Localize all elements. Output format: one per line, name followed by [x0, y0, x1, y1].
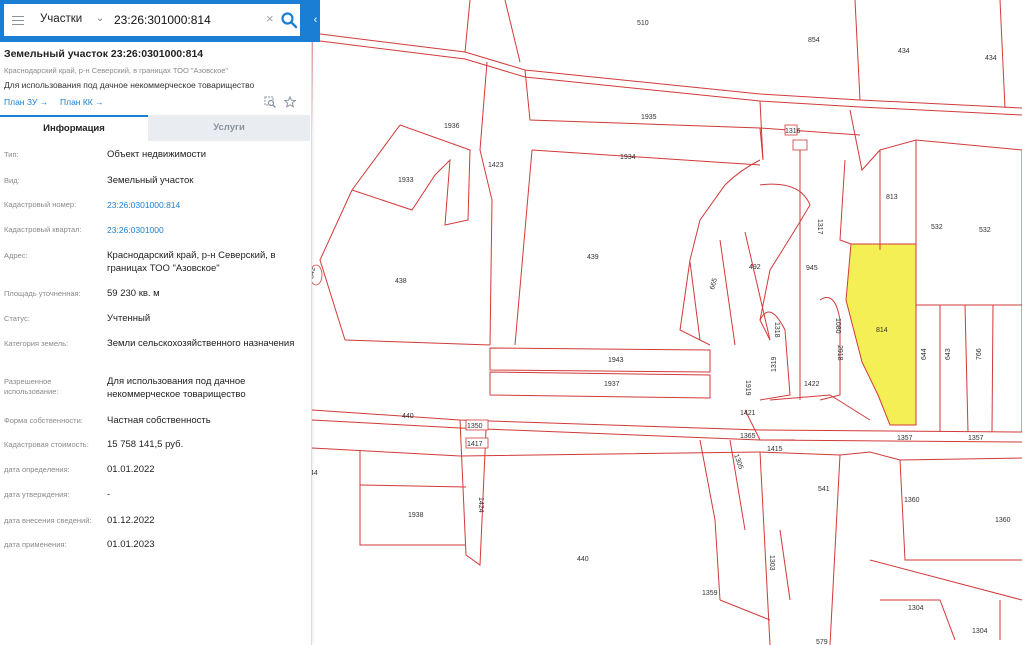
- object-title: Земельный участок 23:26:0301000:814: [4, 48, 204, 60]
- plot-label: 438: [395, 278, 407, 285]
- field-value: Земли сельскохозяйственного назначения: [107, 338, 295, 349]
- object-address: Краснодарский край, р-н Северский, в гра…: [4, 66, 229, 75]
- plot-label: 1423: [488, 162, 504, 169]
- plot-label: 766: [976, 348, 983, 360]
- plot-label: 1303: [768, 555, 775, 571]
- field-value: Объект недвижимости: [107, 149, 207, 160]
- plot-label: 644: [921, 348, 928, 360]
- plot-label: 1360: [904, 497, 920, 504]
- field-label: Категория земель:: [4, 339, 69, 348]
- plot-label: 1316: [785, 128, 801, 135]
- field-label: Форма собственности:: [4, 416, 83, 425]
- field-label: Площадь уточненная:: [4, 289, 81, 298]
- plot-label: 1359: [702, 590, 718, 597]
- plot-label: 440: [577, 556, 589, 563]
- field-label: Кадастровый квартал:: [4, 225, 82, 234]
- plot-label: 1360: [995, 517, 1011, 524]
- plot-label: 434: [898, 48, 910, 55]
- plot-label: 643: [945, 348, 952, 360]
- zoom-to-object-icon[interactable]: [264, 96, 276, 108]
- search-bar: Участки ⌄ × ‹: [0, 0, 320, 42]
- plot-label: 854: [808, 37, 820, 44]
- plot-label: 814: [876, 327, 888, 334]
- field-label: дата применения:: [4, 540, 67, 549]
- object-info-panel: Участки ⌄ × ‹ Земельный участок 23:26:03…: [0, 0, 320, 645]
- field-value: 01.12.2022: [107, 515, 155, 526]
- plot-label: 492: [749, 264, 761, 271]
- field-value: 01.01.2023: [107, 539, 155, 550]
- search-box: Участки ⌄ ×: [4, 4, 300, 36]
- plot-label: 1934: [620, 154, 636, 161]
- plot-label: 439: [587, 254, 599, 261]
- plot-label: 1943: [608, 357, 624, 364]
- plot-label: 510: [637, 20, 649, 27]
- plot-label: 1357: [968, 435, 984, 442]
- plot-label: 532: [979, 227, 991, 234]
- field-value: Краснодарский край, р-н Северский, в гра…: [107, 250, 276, 274]
- clear-icon[interactable]: ×: [266, 12, 274, 26]
- plot-label: 1422: [804, 381, 820, 388]
- star-icon[interactable]: [284, 96, 296, 108]
- search-type-select[interactable]: Участки: [40, 13, 82, 25]
- field-label: дата внесения сведений:: [4, 516, 92, 525]
- search-input[interactable]: [114, 10, 259, 30]
- plot-label: 1421: [740, 410, 756, 417]
- field-value: 15 758 141,5 руб.: [107, 439, 184, 450]
- plot-label: 579: [816, 639, 828, 645]
- field-value: Для использования под дачное некоммерчес…: [107, 376, 246, 400]
- menu-icon[interactable]: [12, 13, 24, 27]
- plot-label: 1424: [477, 497, 484, 513]
- field-value: Учтенный: [107, 313, 151, 324]
- plot-label: 1304: [908, 605, 924, 612]
- plot-label: 1417: [467, 441, 483, 448]
- plot-label: 1080: [834, 318, 841, 334]
- field-value: Частная собственность: [107, 415, 211, 426]
- plot-label: 945: [806, 265, 818, 272]
- field-label: Кадастровый номер:: [4, 200, 77, 209]
- plot-label: 434: [985, 55, 997, 62]
- tab-information[interactable]: Информация: [0, 115, 148, 141]
- cadastral-quarter-link[interactable]: 23:26:0301000: [107, 224, 305, 237]
- field-label: Разрешенное использование:: [4, 377, 59, 396]
- plot-label: 1935: [641, 114, 657, 121]
- plot-label: 532: [931, 224, 943, 231]
- plot-label: 813: [886, 194, 898, 201]
- plan-zu-link[interactable]: План ЗУ →: [4, 97, 48, 107]
- plot-label: 440: [402, 413, 414, 420]
- plot-label: 1933: [398, 177, 414, 184]
- plot-label: 1415: [767, 446, 783, 453]
- plot-label: 1317: [816, 219, 823, 235]
- info-tabs: Информация Услуги: [0, 115, 310, 141]
- field-label: Статус:: [4, 314, 30, 323]
- collapse-panel-button[interactable]: ‹: [311, 10, 320, 30]
- plot-label: 1357: [897, 435, 913, 442]
- plot-label: 1350: [467, 423, 483, 430]
- plot-label: 1365: [740, 433, 756, 440]
- field-value: Земельный участок: [107, 175, 194, 186]
- plan-kk-link[interactable]: План КК →: [60, 97, 104, 107]
- field-value: -: [107, 489, 111, 500]
- chevron-down-icon[interactable]: ⌄: [96, 13, 104, 24]
- field-label: дата утверждения:: [4, 490, 70, 499]
- plot-label: 1919: [744, 380, 751, 396]
- tab-services[interactable]: Услуги: [148, 115, 310, 141]
- field-value: 59 230 кв. м: [107, 288, 160, 299]
- plot-label: 1304: [972, 628, 988, 635]
- plot-label: 1936: [444, 123, 460, 130]
- plot-label: 2918: [836, 345, 843, 361]
- plot-label: 1938: [408, 512, 424, 519]
- field-label: Адрес:: [4, 251, 28, 260]
- plot-label: 1937: [604, 381, 620, 388]
- plot-label: 1318: [773, 322, 780, 338]
- object-purpose: Для использования под дачное некоммерчес…: [4, 80, 255, 90]
- plot-label: 1319: [771, 356, 778, 372]
- cadastral-number-link[interactable]: 23:26:0301000:814: [107, 199, 305, 212]
- field-value: 01.01.2022: [107, 464, 155, 475]
- field-label: Кадастровая стоимость:: [4, 440, 89, 449]
- search-icon[interactable]: [280, 11, 298, 29]
- field-label: дата определения:: [4, 465, 70, 474]
- plot-label: 541: [818, 486, 830, 493]
- field-label: Вид:: [4, 176, 20, 185]
- field-label: Тип:: [4, 150, 19, 159]
